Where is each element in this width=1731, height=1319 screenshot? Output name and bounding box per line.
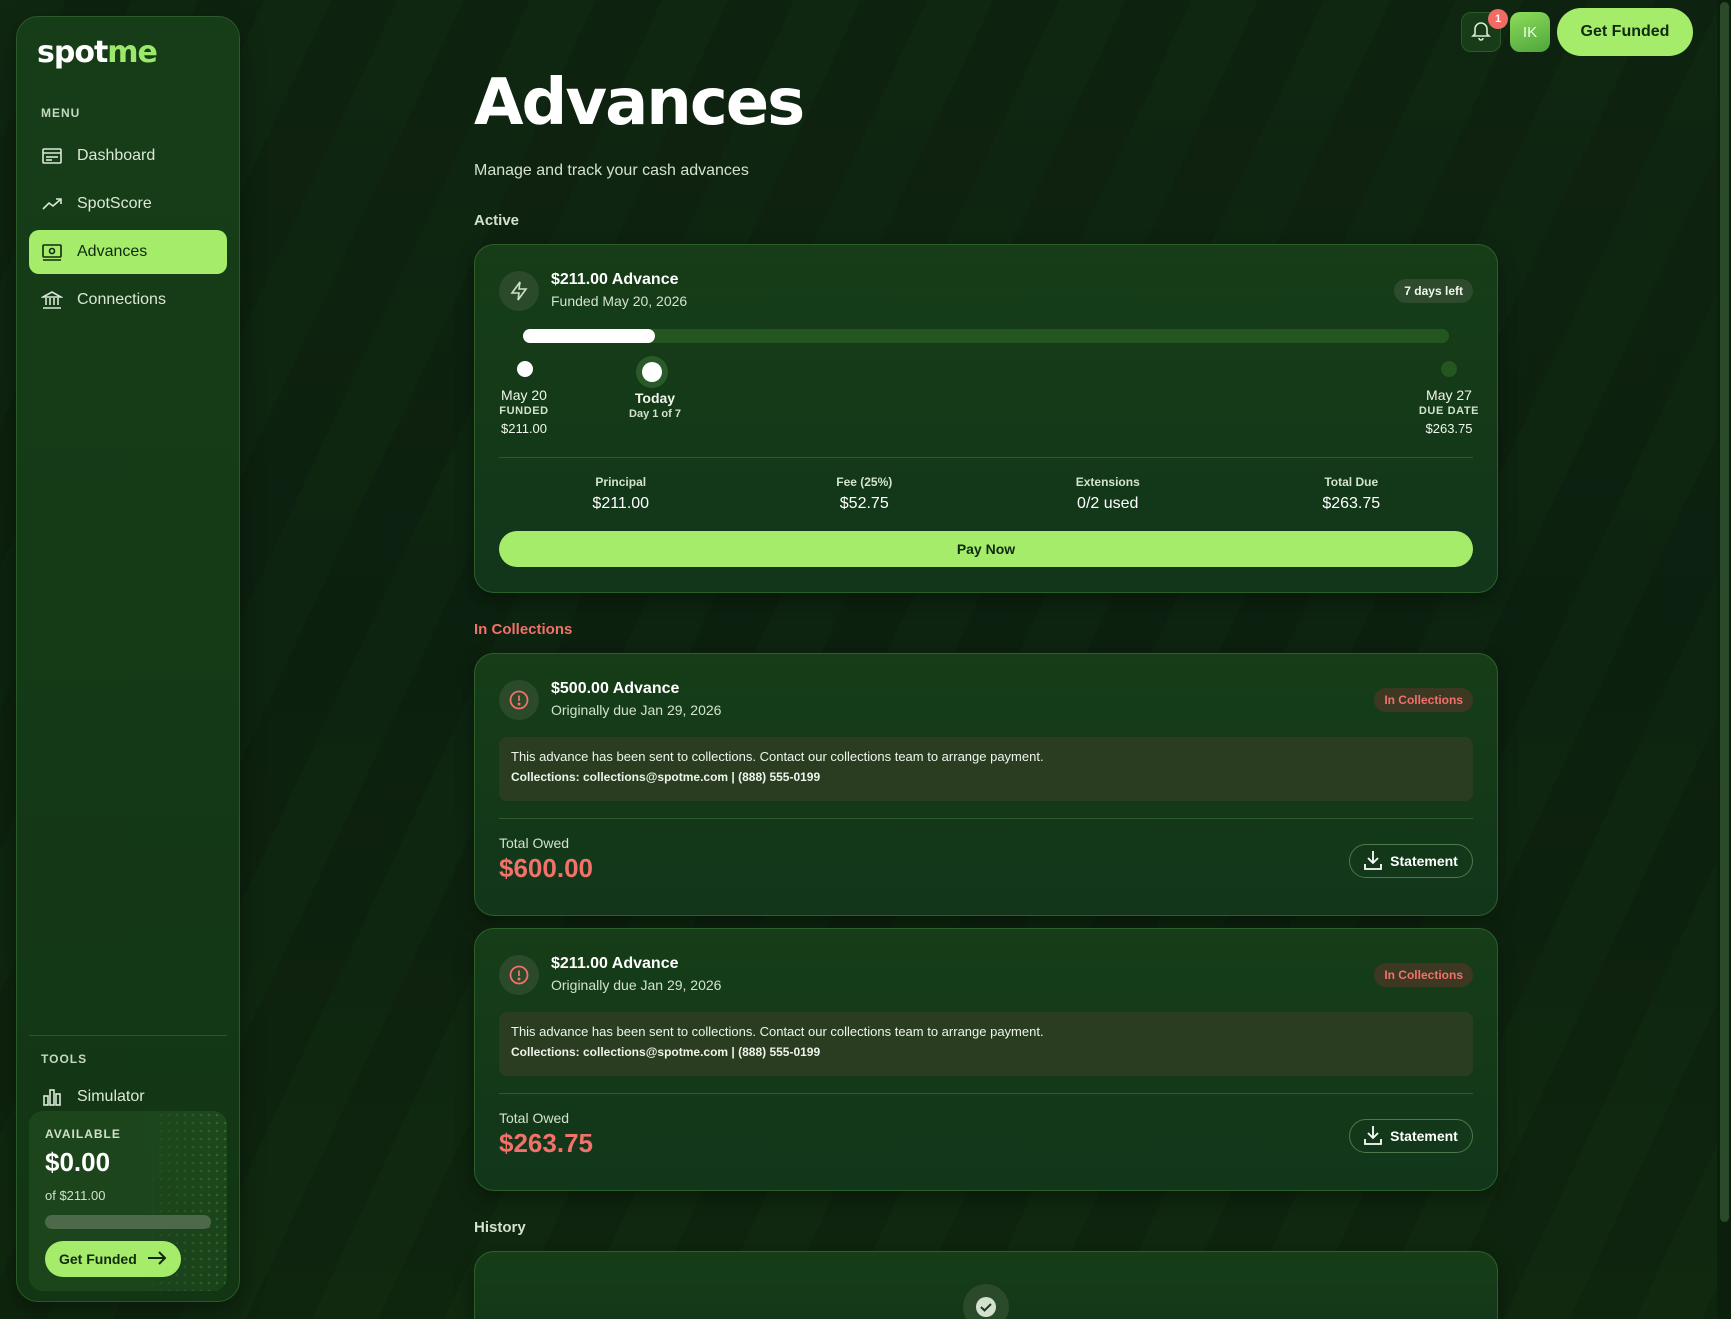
dashboard-icon xyxy=(41,145,63,167)
advance-title: $211.00 Advance xyxy=(551,955,679,972)
stat-total-due: Total Due $263.75 xyxy=(1322,475,1381,512)
check-circle-icon xyxy=(963,1284,1009,1319)
active-advance-card: $211.00 Advance Funded May 20, 2026 7 da… xyxy=(474,244,1498,593)
sidebar-nav: Dashboard SpotScore Advances Connections xyxy=(29,134,227,326)
timeline-today-label: Today Day 1 of 7 xyxy=(629,390,681,420)
status-badge: In Collections xyxy=(1374,688,1473,712)
sidebar: spotme MENU Dashboard SpotScore Advances… xyxy=(16,16,240,1302)
card-divider xyxy=(499,1093,1473,1094)
sidebar-item-spotscore[interactable]: SpotScore xyxy=(29,182,227,226)
repayment-progress-fill xyxy=(523,329,656,343)
timeline-today-dot xyxy=(642,362,662,382)
total-owed-label: Total Owed xyxy=(499,835,570,851)
timeline-start-label: May 20 FUNDED $211.00 xyxy=(499,387,549,436)
page-title: Advances xyxy=(474,66,805,140)
arrow-right-icon xyxy=(147,1250,167,1268)
advance-title: $500.00 Advance xyxy=(551,680,680,697)
available-progress-bar xyxy=(45,1215,211,1229)
menu-label: MENU xyxy=(41,106,81,120)
sidebar-item-label: Dashboard xyxy=(77,147,156,164)
collections-advance-card: $211.00 Advance Originally due Jan 29, 2… xyxy=(474,928,1498,1191)
funded-date: Funded May 20, 2026 xyxy=(551,293,688,309)
sidebar-item-label: SpotScore xyxy=(77,195,152,212)
collections-notice: This advance has been sent to collection… xyxy=(499,1012,1473,1076)
collections-notice: This advance has been sent to collection… xyxy=(499,737,1473,801)
scrollbar-thumb[interactable] xyxy=(1720,2,1729,1222)
timeline-start-dot xyxy=(517,361,533,377)
repayment-progress-track xyxy=(523,329,1449,343)
lightning-icon xyxy=(499,271,539,311)
card-divider xyxy=(499,818,1473,819)
stat-fee: Fee (25%) $52.75 xyxy=(836,475,893,512)
advance-stats: Principal $211.00 Fee (25%) $52.75 Exten… xyxy=(499,475,1473,513)
stat-principal: Principal $211.00 xyxy=(592,475,650,512)
total-owed-amount: $600.00 xyxy=(499,853,593,883)
original-due-date: Originally due Jan 29, 2026 xyxy=(551,977,722,993)
history-card xyxy=(474,1251,1498,1319)
card-divider xyxy=(499,457,1473,458)
page-subtitle: Manage and track your cash advances xyxy=(474,162,749,179)
page-scrollbar[interactable] xyxy=(1717,0,1731,1319)
history-section-label: History xyxy=(474,1219,526,1236)
notifications-button[interactable]: 1 xyxy=(1461,9,1508,52)
active-section-label: Active xyxy=(474,212,520,229)
sidebar-item-label: Advances xyxy=(77,243,148,260)
available-balance-card: AVAILABLE $0.00 of $211.00 Get Funded xyxy=(29,1111,227,1291)
sidebar-get-funded-button[interactable]: Get Funded xyxy=(45,1241,181,1277)
tools-divider xyxy=(29,1035,227,1036)
alert-circle-icon xyxy=(499,680,539,720)
total-owed-amount: $263.75 xyxy=(499,1128,593,1158)
sidebar-item-dashboard[interactable]: Dashboard xyxy=(29,134,227,178)
download-icon xyxy=(1364,1125,1383,1148)
stat-extensions: Extensions 0/2 used xyxy=(1075,475,1140,512)
days-left-badge: 7 days left xyxy=(1394,279,1473,303)
sidebar-item-label: Connections xyxy=(77,291,166,308)
statement-button[interactable]: Statement xyxy=(1349,844,1473,878)
statement-label: Statement xyxy=(1390,853,1458,869)
status-badge: In Collections xyxy=(1374,963,1473,987)
sidebar-item-advances[interactable]: Advances xyxy=(29,230,227,274)
total-owed-label: Total Owed xyxy=(499,1110,570,1126)
notification-badge: 1 xyxy=(1488,9,1508,29)
alert-circle-icon xyxy=(499,955,539,995)
timeline-end-dot xyxy=(1441,361,1457,377)
statement-label: Statement xyxy=(1390,1128,1458,1144)
original-due-date: Originally due Jan 29, 2026 xyxy=(551,702,722,718)
get-funded-button[interactable]: Get Funded xyxy=(1557,8,1693,56)
tools-label: TOOLS xyxy=(41,1052,88,1066)
collections-advance-card: $500.00 Advance Originally due Jan 29, 2… xyxy=(474,653,1498,916)
trend-icon xyxy=(41,193,63,215)
pay-now-button[interactable]: Pay Now xyxy=(499,531,1473,567)
available-label: AVAILABLE xyxy=(45,1127,121,1141)
avatar[interactable]: IK xyxy=(1510,12,1550,52)
statement-button[interactable]: Statement xyxy=(1349,1119,1473,1153)
bar-chart-icon xyxy=(41,1086,63,1108)
download-icon xyxy=(1364,850,1383,873)
bank-icon xyxy=(41,289,63,311)
available-limit: of $211.00 xyxy=(45,1188,106,1203)
available-amount: $0.00 xyxy=(45,1147,111,1177)
cash-icon xyxy=(41,241,63,263)
sidebar-get-funded-label: Get Funded xyxy=(59,1251,137,1267)
spotme-logo[interactable]: spotme xyxy=(37,35,158,70)
collections-section-label: In Collections xyxy=(474,621,573,638)
sidebar-item-connections[interactable]: Connections xyxy=(29,278,227,322)
advance-title: $211.00 Advance xyxy=(551,271,679,288)
timeline-end-label: May 27 DUE DATE $263.75 xyxy=(1418,387,1480,436)
sidebar-item-label: Simulator xyxy=(77,1088,145,1105)
